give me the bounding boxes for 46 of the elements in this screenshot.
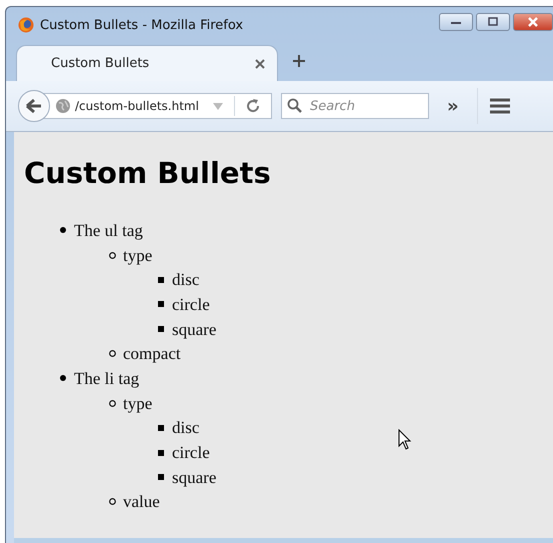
list-item-text: value bbox=[123, 493, 160, 510]
search-field[interactable]: Search bbox=[281, 93, 429, 119]
list-item-text: The li tag bbox=[74, 370, 140, 387]
firefox-logo-icon bbox=[18, 17, 34, 33]
maximize-icon bbox=[487, 17, 499, 27]
menu-icon bbox=[490, 98, 510, 114]
square-bullet-icon bbox=[158, 326, 164, 332]
mouse-cursor-icon bbox=[398, 429, 412, 451]
square-bullet-icon bbox=[158, 474, 164, 480]
list-item-text: circle bbox=[172, 444, 210, 462]
list-item-text: disc bbox=[172, 271, 200, 288]
square-bullet-icon bbox=[158, 301, 164, 308]
minimize-icon bbox=[450, 19, 462, 25]
circle-bullet-icon bbox=[109, 350, 116, 358]
list-item-text: disc bbox=[172, 419, 200, 436]
list-item-text: circle bbox=[172, 296, 210, 313]
maximize-button[interactable] bbox=[476, 13, 510, 31]
list-item-text: The ul tag bbox=[74, 222, 143, 239]
page-heading: Custom Bullets bbox=[24, 156, 272, 190]
list-item-text: square bbox=[172, 320, 216, 338]
back-arrow-icon bbox=[25, 98, 43, 114]
list-item-text: type bbox=[123, 394, 152, 412]
minimize-button[interactable] bbox=[439, 13, 473, 31]
circle-bullet-icon bbox=[109, 400, 116, 407]
reload-icon[interactable] bbox=[245, 98, 261, 114]
circle-bullet-icon bbox=[109, 252, 116, 259]
list-item-text: compact bbox=[123, 345, 181, 362]
list-item-text: type bbox=[123, 246, 152, 264]
list-item-text: square bbox=[172, 468, 216, 486]
window-title: Custom Bullets - Mozilla Firefox bbox=[40, 18, 244, 32]
browser-tab[interactable]: Custom Bullets bbox=[16, 45, 278, 81]
close-tab-icon[interactable] bbox=[255, 58, 265, 68]
disc-bullet-icon bbox=[60, 227, 66, 234]
search-icon bbox=[287, 98, 303, 114]
circle-bullet-icon bbox=[109, 498, 116, 506]
close-button[interactable] bbox=[513, 13, 553, 31]
back-button[interactable] bbox=[18, 90, 50, 122]
globe-icon bbox=[55, 98, 71, 114]
square-bullet-icon bbox=[158, 424, 164, 431]
square-bullet-icon bbox=[158, 276, 164, 283]
close-icon bbox=[526, 16, 540, 28]
square-bullet-icon bbox=[158, 450, 164, 456]
menu-button[interactable] bbox=[488, 96, 512, 116]
new-tab-icon[interactable] bbox=[292, 54, 306, 68]
disc-bullet-icon bbox=[60, 375, 66, 382]
overflow-button[interactable]: » bbox=[443, 96, 463, 116]
